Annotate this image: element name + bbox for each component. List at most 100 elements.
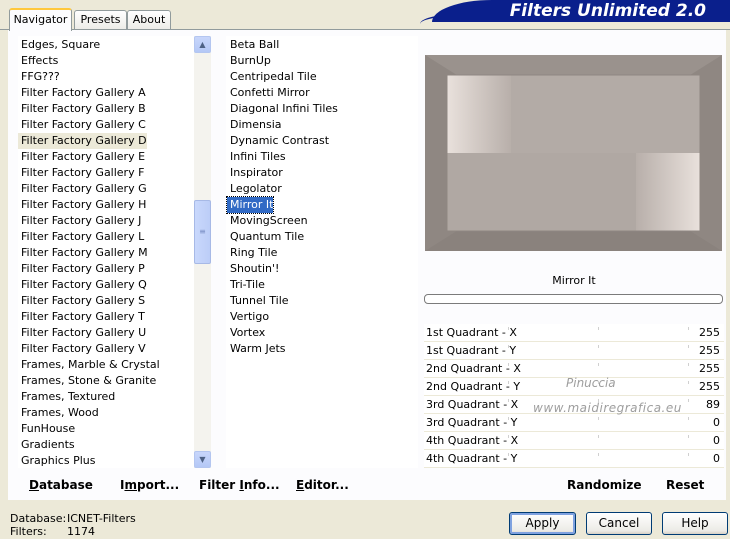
- slider-track[interactable]: [508, 345, 689, 351]
- slider-tick: [508, 399, 509, 402]
- filter-item[interactable]: Confetti Mirror: [227, 85, 310, 101]
- slider-row[interactable]: 3rd Quadrant - Y 0: [424, 414, 724, 432]
- category-item[interactable]: Filter Factory Gallery L: [18, 229, 144, 245]
- filter-info-button[interactable]: Filter Info...: [199, 478, 280, 492]
- help-button[interactable]: Help: [662, 512, 728, 535]
- filter-item[interactable]: MovingScreen: [227, 213, 308, 229]
- filter-item[interactable]: Mirror It: [226, 196, 275, 214]
- apply-button[interactable]: Apply: [509, 512, 576, 535]
- filter-list[interactable]: Beta Ball BurnUp Centripedal Tile Confetti …: [226, 36, 418, 468]
- slider-tick: [688, 417, 689, 420]
- slider-label: 1st Quadrant - X: [426, 326, 517, 339]
- import-button[interactable]: Import...: [120, 478, 179, 492]
- category-item[interactable]: FFG???: [18, 69, 60, 85]
- slider-value: 255: [699, 344, 720, 357]
- status-filters-label: Filters:: [10, 525, 47, 538]
- slider-tick: [688, 345, 689, 348]
- category-list[interactable]: Edges, Square Effects FFG??? Filter Factory…: [18, 36, 194, 468]
- category-item[interactable]: Effects: [18, 53, 58, 69]
- category-item[interactable]: FunHouse: [18, 421, 75, 437]
- category-item[interactable]: Frames, Textured: [18, 389, 115, 405]
- scroll-thumb[interactable]: ≡: [194, 200, 211, 264]
- category-item[interactable]: Filter Factory Gallery H: [18, 197, 146, 213]
- filter-item[interactable]: Dynamic Contrast: [227, 133, 329, 149]
- slider-row[interactable]: 4th Quadrant - X 0: [424, 432, 724, 450]
- preview-graphic: [425, 55, 722, 251]
- slider-label: 4th Quadrant - X: [426, 434, 519, 447]
- database-button[interactable]: Database: [29, 478, 93, 492]
- status-database-row: Database:ICNET-Filters: [10, 512, 136, 525]
- category-item[interactable]: Filter Factory Gallery D: [18, 133, 147, 149]
- randomize-button[interactable]: Randomize: [567, 478, 641, 492]
- slider-tick: [508, 453, 509, 456]
- filter-item[interactable]: Dimensia: [227, 117, 282, 133]
- slider-track[interactable]: [508, 327, 689, 333]
- tab-navigator[interactable]: Navigator: [9, 8, 72, 31]
- filter-preview-image: [425, 55, 722, 251]
- filter-item[interactable]: Quantum Tile: [227, 229, 304, 245]
- slider-tick: [598, 345, 599, 348]
- slider-label: 1st Quadrant - Y: [426, 344, 517, 357]
- category-item[interactable]: Filter Factory Gallery C: [18, 117, 146, 133]
- slider-tick: [688, 399, 689, 402]
- reset-button[interactable]: Reset: [666, 478, 704, 492]
- slider-row[interactable]: 4th Quadrant - Y 0: [424, 450, 724, 468]
- status-database-label: Database:: [10, 512, 67, 525]
- slider-tick: [598, 417, 599, 420]
- editor-button[interactable]: Editor...: [296, 478, 349, 492]
- watermark-author: Pinuccia: [566, 376, 616, 390]
- filter-item[interactable]: Shoutin'!: [227, 261, 279, 277]
- filter-item[interactable]: Vortex: [227, 325, 265, 341]
- cancel-button[interactable]: Cancel: [586, 512, 652, 535]
- category-item[interactable]: Filter Factory Gallery S: [18, 293, 145, 309]
- scroll-down-button[interactable]: ▼: [194, 451, 211, 468]
- category-item[interactable]: Filter Factory Gallery T: [18, 309, 145, 325]
- category-item[interactable]: Filter Factory Gallery U: [18, 325, 146, 341]
- category-item[interactable]: Filter Factory Gallery A: [18, 85, 146, 101]
- filter-item[interactable]: Warm Jets: [227, 341, 286, 357]
- category-item[interactable]: Filter Factory Gallery Q: [18, 277, 147, 293]
- database-accel: D: [29, 478, 39, 492]
- tab-presets[interactable]: Presets: [74, 10, 127, 30]
- filter-item[interactable]: Legolator: [227, 181, 282, 197]
- category-item[interactable]: Filter Factory Gallery P: [18, 261, 145, 277]
- category-item[interactable]: Frames, Stone & Granite: [18, 373, 156, 389]
- category-item[interactable]: Filter Factory Gallery E: [18, 149, 145, 165]
- filter-item[interactable]: Inspirator: [227, 165, 283, 181]
- tab-about[interactable]: About: [127, 10, 171, 30]
- slider-track[interactable]: [508, 417, 689, 423]
- filter-item[interactable]: BurnUp: [227, 53, 271, 69]
- status-filters-value: 1174: [67, 525, 95, 538]
- filter-item[interactable]: Vertigo: [227, 309, 269, 325]
- slider-tick: [688, 453, 689, 456]
- category-item[interactable]: Filter Factory Gallery V: [18, 341, 146, 357]
- category-item[interactable]: Filter Factory Gallery J: [18, 213, 141, 229]
- category-item[interactable]: Frames, Marble & Crystal: [18, 357, 160, 373]
- category-item[interactable]: Filter Factory Gallery F: [18, 165, 144, 181]
- slider-track[interactable]: [508, 435, 689, 441]
- filter-item[interactable]: Ring Tile: [227, 245, 277, 261]
- filter-item[interactable]: Centripedal Tile: [227, 69, 317, 85]
- slider-row[interactable]: 1st Quadrant - Y 255: [424, 342, 724, 360]
- filter-item[interactable]: Tri-Tile: [227, 277, 265, 293]
- category-item[interactable]: Gradients: [18, 437, 75, 453]
- scroll-up-button[interactable]: ▲: [194, 36, 211, 53]
- filter-item[interactable]: Beta Ball: [227, 37, 279, 53]
- filter-item[interactable]: Infini Tiles: [227, 149, 286, 165]
- category-item[interactable]: Filter Factory Gallery B: [18, 101, 146, 117]
- slider-track[interactable]: [508, 453, 689, 459]
- category-item[interactable]: Frames, Wood: [18, 405, 99, 421]
- category-item[interactable]: Filter Factory Gallery M: [18, 245, 148, 261]
- category-item[interactable]: Edges, Square: [18, 37, 100, 53]
- filter-item[interactable]: Tunnel Tile: [227, 293, 289, 309]
- slider-value: 0: [713, 416, 720, 429]
- slider-track[interactable]: [508, 363, 689, 369]
- editor-accel: E: [296, 478, 305, 492]
- filter-item[interactable]: Diagonal Infini Tiles: [227, 101, 338, 117]
- slider-row[interactable]: 1st Quadrant - X 255: [424, 324, 724, 342]
- category-item[interactable]: Filter Factory Gallery G: [18, 181, 147, 197]
- slider-tick: [508, 435, 509, 438]
- category-item[interactable]: Graphics Plus: [18, 453, 95, 468]
- category-scrollbar[interactable]: ▲ ≡ ▼: [194, 36, 211, 468]
- status-filters-row: Filters: 1174: [10, 525, 136, 538]
